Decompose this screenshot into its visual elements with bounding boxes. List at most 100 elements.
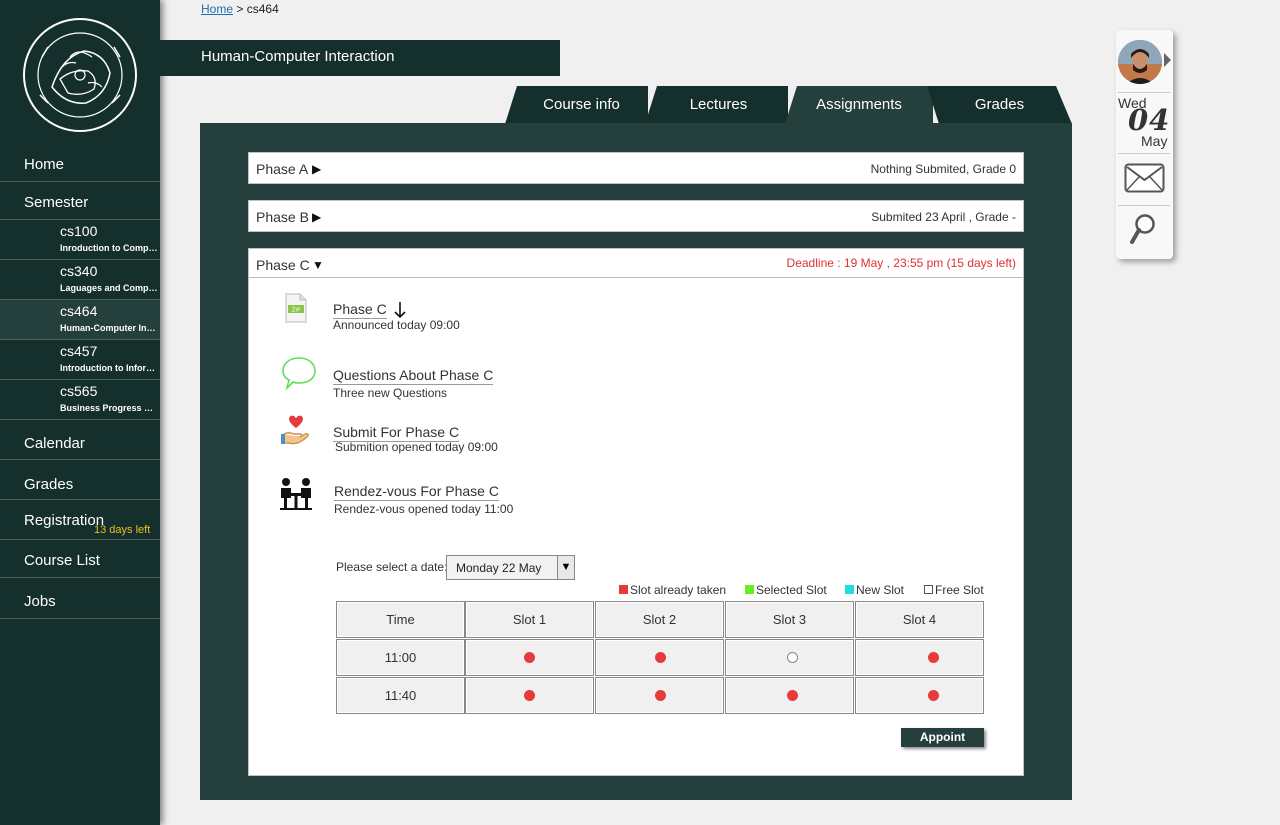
course-code: cs340	[60, 263, 98, 279]
questions-link[interactable]: Questions About Phase C	[333, 367, 494, 385]
widget-divider	[1118, 153, 1170, 154]
dropdown-arrow-icon[interactable]: ▼	[557, 556, 574, 579]
legend-new: New Slot	[845, 583, 904, 597]
course-item-cs464[interactable]: cs464 Human-Computer Interaction	[0, 300, 160, 340]
tab-lectures[interactable]: Lectures	[645, 86, 788, 124]
slot-taken-indicator	[655, 652, 666, 663]
nav-grades[interactable]: Grades	[0, 460, 160, 500]
slot-taken-indicator	[524, 652, 535, 663]
phase-a-bar[interactable]: Phase A ▶ Nothing Submited, Grade 0	[248, 152, 1024, 184]
tab-assignments[interactable]: Assignments	[785, 86, 933, 124]
legend-label: New Slot	[856, 583, 905, 597]
slot-cell[interactable]	[855, 677, 984, 714]
appoint-button[interactable]: Appoint	[901, 728, 984, 747]
course-name: Introduction to Information Systems	[60, 363, 158, 373]
slot-cell[interactable]	[465, 639, 594, 676]
meeting-icon	[280, 478, 312, 510]
phase-status: Nothing Submited, Grade 0	[870, 162, 1016, 176]
breadcrumb-current: cs464	[246, 2, 279, 16]
phase-b-bar[interactable]: Phase B ▶ Submited 23 April , Grade -	[248, 200, 1024, 232]
phase-c-bar[interactable]: Phase C ▼ Deadline : 19 May , 23:55 pm (…	[248, 248, 1024, 278]
table-cell-time: 11:00	[336, 639, 465, 676]
expand-arrow-icon[interactable]: ▶	[312, 162, 321, 176]
legend-label: Selected Slot	[756, 583, 827, 597]
legend-selected: Selected Slot	[745, 583, 827, 597]
questions-sub: Three new Questions	[333, 386, 448, 400]
slot-taken-indicator	[787, 690, 798, 701]
university-logo	[23, 18, 137, 132]
course-name: Inroduction to Computer Science	[60, 243, 158, 253]
svg-text:ZIP: ZIP	[292, 308, 301, 314]
table-header-time: Time	[336, 601, 465, 638]
tab-label: Assignments	[816, 96, 902, 113]
slot-cell[interactable]	[725, 639, 854, 676]
slot-taken-indicator	[655, 690, 666, 701]
tab-label: Grades	[974, 96, 1025, 113]
nav-home[interactable]: Home	[0, 143, 160, 182]
nav-course-list-label: Course List	[24, 552, 100, 569]
collapse-arrow-icon[interactable]: ▼	[312, 258, 324, 272]
nav-calendar-label: Calendar	[24, 435, 85, 452]
legend-taken: Slot already taken	[619, 583, 726, 597]
nav-jobs[interactable]: Jobs	[0, 578, 160, 619]
breadcrumb-separator: >	[236, 2, 244, 16]
slot-cell[interactable]	[725, 677, 854, 714]
tab-course-info[interactable]: Course info	[505, 86, 648, 124]
expand-arrow-icon[interactable]: ▶	[312, 210, 321, 224]
phase-label: Phase C	[256, 257, 310, 273]
hand-heart-icon	[281, 415, 309, 445]
sidebar: Home Semester cs100 Inroduction to Compu…	[0, 0, 160, 825]
avatar-menu-caret-icon[interactable]	[1164, 53, 1171, 67]
tab-label: Lectures	[689, 96, 748, 113]
avatar[interactable]	[1118, 40, 1162, 84]
zip-file-icon: ZIP	[285, 293, 307, 323]
course-code: cs464	[60, 303, 98, 319]
widget-divider	[1118, 92, 1170, 93]
legend-free: Free Slot	[924, 583, 984, 597]
phase-label: Phase B	[256, 209, 309, 225]
nav-semester-label: Semester	[24, 194, 89, 211]
speech-bubble-icon	[282, 357, 316, 391]
slot-cell[interactable]	[595, 639, 724, 676]
nav-registration-label: Registration	[24, 512, 105, 529]
nav-course-list[interactable]: Course List	[0, 540, 160, 578]
slot-cell[interactable]	[595, 677, 724, 714]
slot-taken-indicator	[524, 690, 535, 701]
nav-semester[interactable]: Semester	[0, 182, 160, 220]
phase-label: Phase A	[256, 161, 309, 177]
registration-days-left: 13 days left	[94, 524, 151, 536]
legend-swatch	[845, 585, 854, 594]
slot-free-indicator[interactable]	[787, 652, 798, 663]
course-title: Human-Computer Interaction	[201, 48, 395, 65]
legend-swatch	[619, 585, 628, 594]
course-code: cs100	[60, 223, 98, 239]
mail-icon[interactable]	[1124, 163, 1165, 193]
legend-swatch	[924, 585, 933, 594]
avatar-image	[1118, 40, 1162, 84]
widget-day-number: 04	[1128, 103, 1171, 137]
course-item-cs100[interactable]: cs100 Inroduction to Computer Science	[0, 220, 160, 260]
table-header-slot: Slot 1	[465, 601, 594, 638]
slot-cell[interactable]	[855, 639, 984, 676]
course-item-cs340[interactable]: cs340 Laguages and Compilers	[0, 260, 160, 300]
phase-c-file-link[interactable]: Phase C	[333, 301, 387, 319]
nav-calendar[interactable]: Calendar	[0, 420, 160, 460]
course-item-cs457[interactable]: cs457 Introduction to Information System…	[0, 340, 160, 380]
breadcrumb-home-link[interactable]: Home	[201, 2, 233, 16]
submit-sub: Submition opened today 09:00	[335, 440, 498, 454]
breadcrumb: Home > cs464	[201, 2, 279, 16]
course-name: Laguages and Compilers	[60, 283, 158, 293]
course-title-bar: Human-Computer Interaction	[160, 40, 560, 76]
slot-cell[interactable]	[465, 677, 594, 714]
course-code: cs565	[60, 383, 98, 399]
date-select[interactable]: Monday 22 May ▼	[446, 555, 575, 580]
course-code: cs457	[60, 343, 98, 359]
tab-grades[interactable]: Grades	[927, 86, 1072, 124]
nav-home-label: Home	[24, 156, 65, 173]
rendez-vous-link[interactable]: Rendez-vous For Phase C	[334, 483, 499, 501]
download-arrow-icon[interactable]	[393, 301, 407, 319]
phase-status: Submited 23 April , Grade -	[871, 210, 1016, 224]
course-item-cs565[interactable]: cs565 Business Progress Management	[0, 380, 160, 420]
legend-label: Free Slot	[935, 583, 984, 597]
search-icon[interactable]	[1129, 213, 1157, 245]
